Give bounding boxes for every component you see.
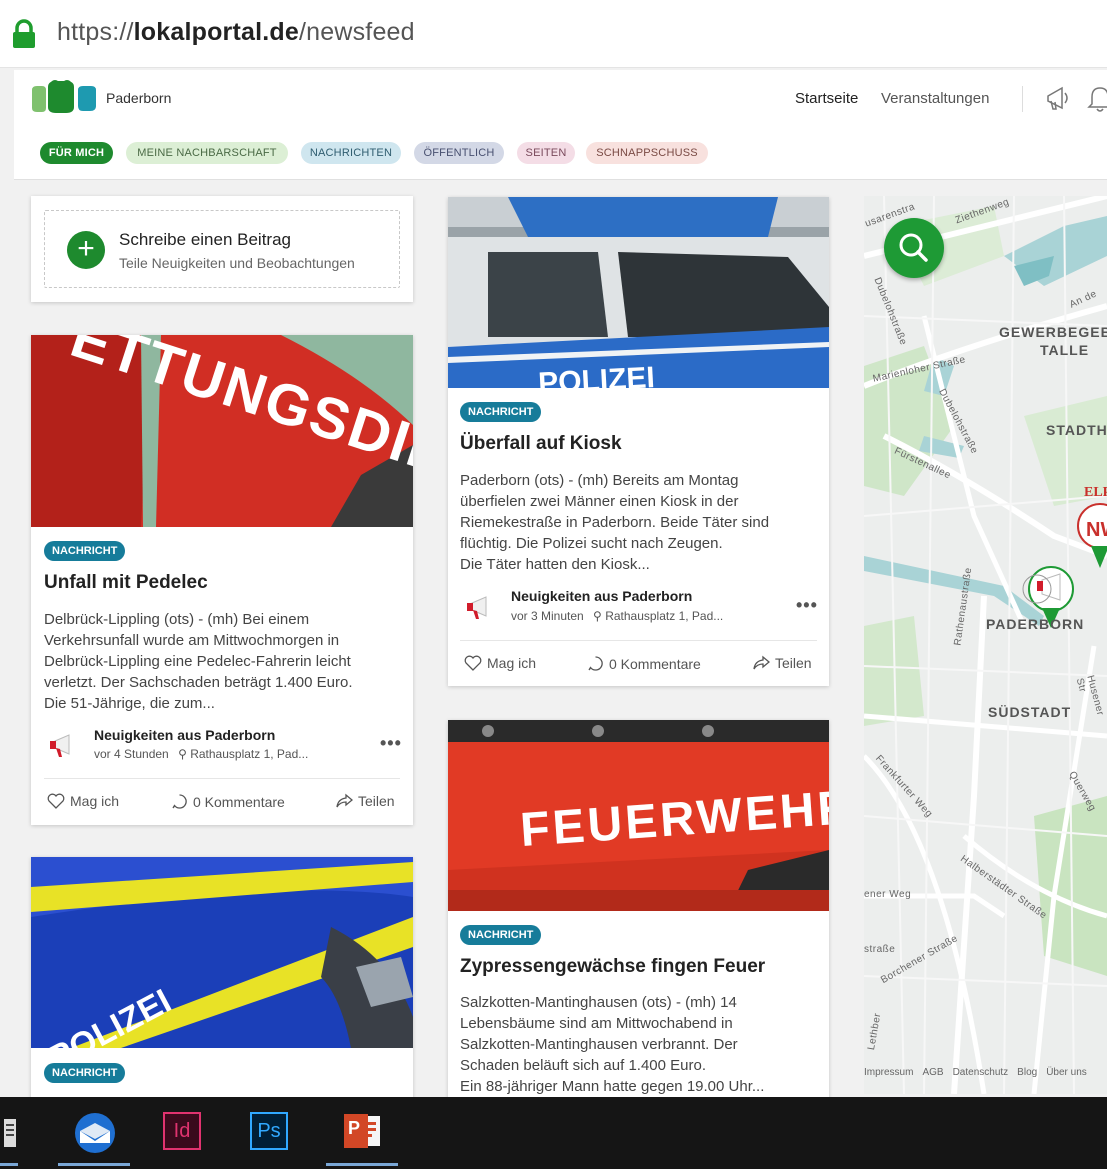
thunderbird-icon[interactable] bbox=[72, 1111, 118, 1155]
post-badge[interactable]: NACHRICHT bbox=[44, 1063, 126, 1083]
footer-link-impressum[interactable]: Impressum bbox=[864, 1067, 913, 1078]
footer-link-datenschutz[interactable]: Datenschutz bbox=[953, 1067, 1009, 1078]
post-image-polizei[interactable]: POLIZEI bbox=[448, 197, 829, 388]
post-badge[interactable]: NACHRICHT bbox=[44, 541, 126, 561]
post-excerpt[interactable]: Paderborn (ots) - (mh) Bereits am Montag… bbox=[460, 470, 769, 575]
megaphone-source-icon bbox=[467, 596, 487, 619]
map-label-elp: ELP bbox=[1084, 485, 1107, 500]
post-card-kiosk[interactable]: POLIZEI NACHRICHT Überfall auf Kiosk Pad… bbox=[448, 197, 829, 686]
lokalportal-logo-icon[interactable] bbox=[30, 80, 100, 114]
add-post-plus-icon[interactable]: + bbox=[67, 231, 105, 269]
compose-subtitle: Teile Neuigkeiten und Beobachtungen bbox=[119, 255, 355, 271]
map-label-stadtheide: STADTH bbox=[1046, 422, 1107, 438]
notification-bell-icon[interactable] bbox=[1086, 84, 1107, 114]
map-footer-links: Impressum AGB Datenschutz Blog Über uns bbox=[864, 1067, 1107, 1078]
search-icon bbox=[899, 233, 928, 262]
filter-chip-oeffentlich[interactable]: ÖFFENTLICH bbox=[414, 142, 504, 164]
nav-divider bbox=[1022, 86, 1023, 112]
filter-chip-seiten[interactable]: SEITEN bbox=[517, 142, 575, 164]
post-title[interactable]: Unfall mit Pedelec bbox=[44, 572, 208, 594]
share-button[interactable]: Teilen bbox=[752, 655, 812, 671]
post-card-unfall[interactable]: ETTUNGSDIENST NACHRICHT Unfall mit Pedel… bbox=[31, 335, 413, 825]
filter-chip-fuer-mich[interactable]: FÜR MICH bbox=[40, 142, 113, 164]
post-title[interactable]: Überfall auf Kiosk bbox=[460, 433, 622, 455]
footer-link-blog[interactable]: Blog bbox=[1017, 1067, 1037, 1078]
post-image-feuerwehr[interactable]: FEUERWEHR bbox=[448, 720, 829, 911]
footer-link-agb[interactable]: AGB bbox=[922, 1067, 943, 1078]
lock-icon bbox=[13, 19, 35, 48]
filter-chip-nachrichten[interactable]: NACHRICHTEN bbox=[301, 142, 401, 164]
location-pin-icon: ⚲ bbox=[593, 609, 602, 623]
post-excerpt[interactable]: Delbrück-Lippling (ots) - (mh) Bei einem… bbox=[44, 609, 353, 714]
newsfeed-map[interactable]: NW ELP GEWERBEGEBI TALLE STADTH PADERBOR… bbox=[864, 196, 1107, 1094]
map-label-paderborn: PADERBORN bbox=[986, 616, 1085, 632]
map-label-gewerbegebiet: GEWERBEGEBI bbox=[999, 324, 1107, 340]
post-meta: vor 4 Stunden ⚲ Rathausplatz 1, Pad... bbox=[94, 747, 309, 761]
megaphone-source-icon bbox=[50, 734, 70, 757]
post-source-name[interactable]: Neuigkeiten aus Paderborn bbox=[511, 588, 692, 604]
browser-address-bar[interactable]: https://lokalportal.de/newsfeed bbox=[0, 0, 1107, 68]
post-more-menu-icon[interactable]: ••• bbox=[380, 733, 402, 754]
share-button[interactable]: Teilen bbox=[335, 793, 395, 809]
footer-link-ueber-uns[interactable]: Über uns bbox=[1046, 1067, 1087, 1078]
compose-dropzone[interactable]: + Schreibe einen Beitrag Teile Neuigkeit… bbox=[44, 210, 400, 288]
comments-button[interactable]: 0 Kommentare bbox=[171, 793, 285, 810]
like-button[interactable]: Mag ich bbox=[47, 793, 119, 809]
comment-bubble-icon bbox=[172, 794, 187, 809]
url-text[interactable]: https://lokalportal.de/newsfeed bbox=[57, 18, 415, 47]
like-button[interactable]: Mag ich bbox=[464, 655, 536, 671]
post-divider bbox=[460, 640, 817, 641]
post-badge[interactable]: NACHRICHT bbox=[460, 925, 542, 945]
map-label-suedstadt: SÜDSTADT bbox=[988, 704, 1072, 720]
post-image-rettungsdienst[interactable]: ETTUNGSDIENST bbox=[31, 335, 413, 527]
post-source-name[interactable]: Neuigkeiten aus Paderborn bbox=[94, 727, 275, 743]
compose-title: Schreibe einen Beitrag bbox=[119, 230, 292, 249]
taskbar-active-indicator bbox=[0, 1163, 18, 1166]
megaphone-icon[interactable] bbox=[1044, 84, 1072, 114]
nav-veranstaltungen[interactable]: Veranstaltungen bbox=[881, 90, 989, 107]
map-marker-nw-label: NW bbox=[1086, 519, 1107, 541]
post-title[interactable]: Zypressengewächse fingen Feuer bbox=[460, 956, 765, 978]
share-arrow-icon bbox=[753, 655, 770, 670]
city-name[interactable]: Paderborn bbox=[106, 90, 171, 106]
filter-chip-schnappschuss[interactable]: SCHNAPPSCHUSS bbox=[586, 142, 708, 164]
share-arrow-icon bbox=[336, 793, 353, 808]
post-more-menu-icon[interactable]: ••• bbox=[796, 595, 818, 616]
post-meta: vor 3 Minuten ⚲ Rathausplatz 1, Pad... bbox=[511, 609, 724, 623]
post-card-polizei[interactable]: POLIZEI NACHRICHT bbox=[31, 857, 413, 1117]
map-label-talle: TALLE bbox=[1040, 342, 1090, 358]
post-excerpt[interactable]: Salzkotten-Mantinghausen (ots) - (mh) 14… bbox=[460, 992, 764, 1097]
comment-bubble-icon bbox=[588, 656, 603, 671]
filter-chip-nachbarschaft[interactable]: MEINE NACHBARSCHAFT bbox=[126, 142, 288, 164]
post-card-feuer[interactable]: FEUERWEHR NACHRICHT Zypressengewächse fi… bbox=[448, 720, 829, 1120]
taskbar-active-indicator-thunderbird bbox=[58, 1163, 130, 1166]
location-pin-icon: ⚲ bbox=[178, 747, 187, 761]
post-divider bbox=[44, 778, 400, 779]
powerpoint-letter: P bbox=[348, 1118, 361, 1138]
taskbar-active-indicator-powerpoint bbox=[326, 1163, 398, 1166]
map-label-strasse: straße bbox=[864, 944, 896, 955]
heart-icon bbox=[464, 655, 482, 671]
map-label-ener-weg: ener Weg bbox=[864, 889, 912, 900]
taskbar-app-partial-icon[interactable] bbox=[0, 1115, 20, 1151]
post-image-polizei-car[interactable]: POLIZEI bbox=[31, 857, 413, 1048]
photoshop-icon[interactable]: Ps bbox=[250, 1112, 288, 1150]
comments-button[interactable]: 0 Kommentare bbox=[587, 655, 701, 672]
heart-icon bbox=[47, 793, 65, 809]
compose-post-card[interactable]: + Schreibe einen Beitrag Teile Neuigkeit… bbox=[31, 196, 413, 302]
windows-taskbar: Id Ps P bbox=[0, 1097, 1107, 1169]
post-badge[interactable]: NACHRICHT bbox=[460, 402, 542, 422]
map-search-button[interactable] bbox=[884, 218, 944, 278]
site-header: Paderborn Startseite Veranstaltungen FÜR… bbox=[14, 70, 1107, 180]
indesign-icon[interactable]: Id bbox=[163, 1112, 201, 1150]
nav-startseite[interactable]: Startseite bbox=[795, 90, 858, 107]
